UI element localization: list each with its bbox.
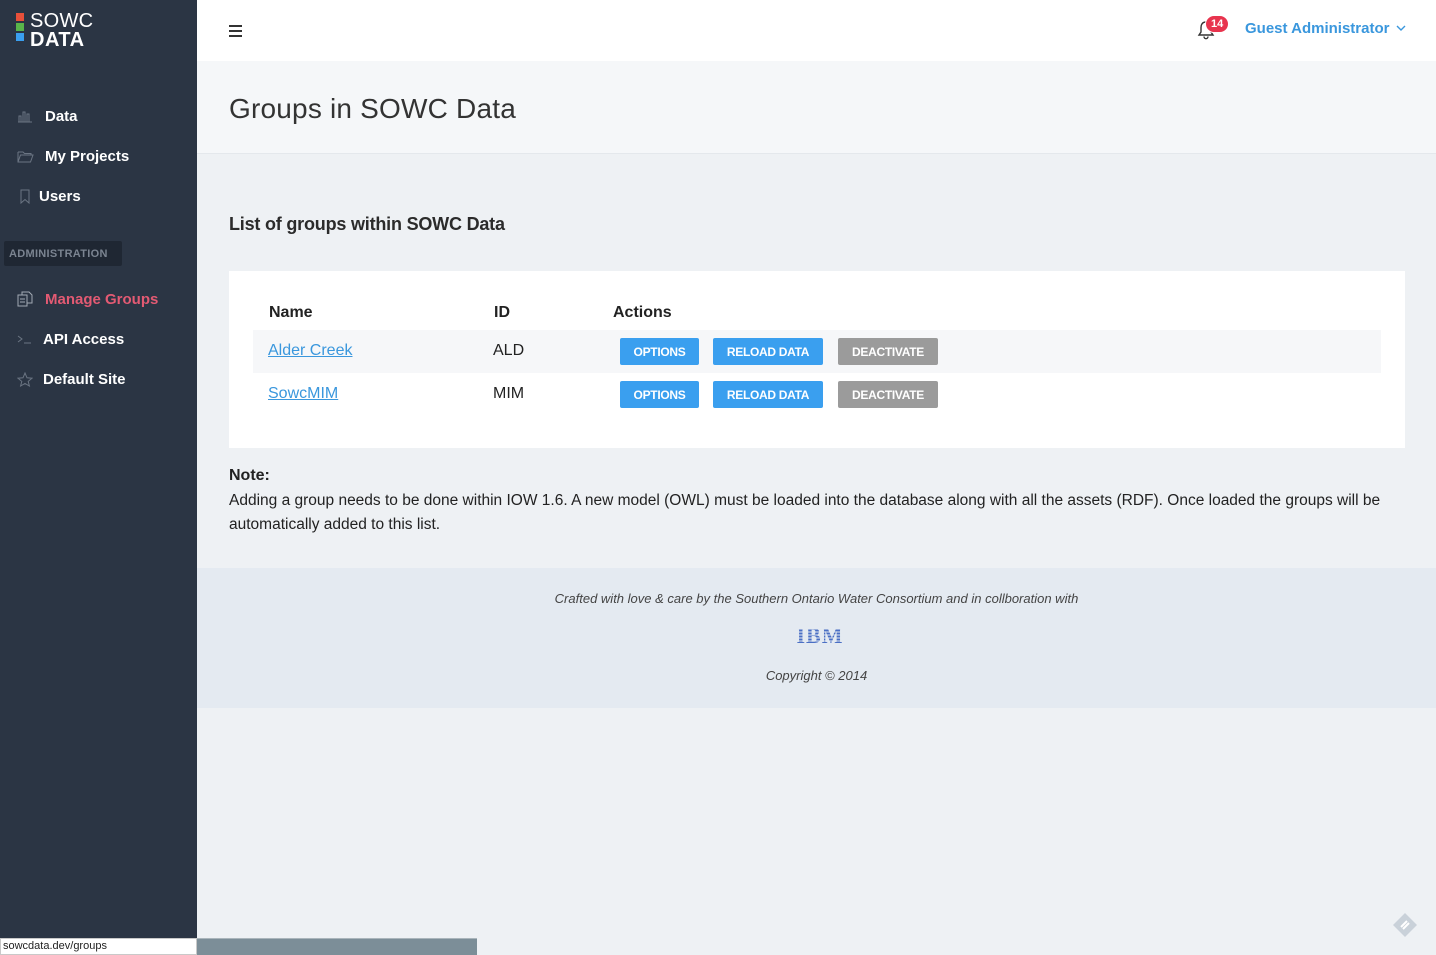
- sidebar-item-label: API Access: [43, 330, 125, 348]
- column-header-id: ID: [494, 304, 510, 321]
- group-name-link[interactable]: SowcMIM: [268, 385, 338, 403]
- star-icon: [16, 371, 34, 387]
- group-id: MIM: [493, 385, 525, 402]
- group-name-link[interactable]: Alder Creek: [268, 342, 352, 360]
- feedback-icon[interactable]: [1392, 912, 1418, 938]
- options-button[interactable]: OPTIONS: [620, 338, 699, 365]
- sidebar-item-label: Manage Groups: [45, 290, 159, 308]
- group-id: ALD: [493, 342, 525, 359]
- section-title: List of groups within SOWC Data: [229, 214, 505, 234]
- options-button[interactable]: OPTIONS: [620, 381, 699, 408]
- page-title: Groups in SOWC Data: [229, 93, 516, 124]
- sidebar-item-label: Data: [45, 107, 78, 125]
- note-title: Note:: [229, 467, 270, 484]
- notification-badge[interactable]: 14: [1205, 15, 1230, 33]
- sidebar-item-manage-groups[interactable]: Manage Groups: [16, 288, 158, 310]
- logo-mark: [16, 13, 24, 43]
- bar-chart-icon: [16, 108, 34, 124]
- column-header-name: Name: [269, 304, 313, 321]
- terminal-icon: [16, 331, 34, 347]
- note-text: Adding a group needs to be done within I…: [229, 492, 1381, 533]
- groups-table: Name ID Actions Alder Creek ALD OPTIONS …: [229, 271, 1405, 448]
- column-header-actions: Actions: [613, 304, 672, 321]
- sidebar-item-label: My Projects: [45, 147, 130, 165]
- sidebar-item-label: Users: [39, 187, 81, 205]
- admin-section-heading: ADMINISTRATION: [4, 241, 122, 266]
- chevron-down-icon: [1396, 23, 1406, 35]
- footer-credit: Crafted with love & care by the Southern…: [554, 591, 1079, 606]
- app-logo[interactable]: SOWC DATA: [16, 11, 93, 51]
- status-bar-url: sowcdata.dev/groups: [0, 938, 197, 955]
- user-menu[interactable]: Guest Administrator: [1245, 20, 1406, 37]
- top-bar: 14 Guest Administrator: [197, 0, 1436, 61]
- sidebar: SOWC DATA Data My Projects Users ADMINIS…: [0, 0, 197, 955]
- ibm-logo[interactable]: IBM: [794, 623, 846, 648]
- status-bar: [197, 938, 477, 955]
- footer: Crafted with love & care by the Southern…: [197, 568, 1436, 708]
- logo-line-2: DATA: [30, 29, 85, 51]
- table-row: SowcMIM MIM OPTIONS RELOAD DATA DEACTIVA…: [253, 373, 1381, 416]
- deactivate-button[interactable]: DEACTIVATE: [838, 338, 938, 365]
- sidebar-item-data[interactable]: Data: [16, 105, 78, 127]
- table-row: Alder Creek ALD OPTIONS RELOAD DATA DEAC…: [253, 330, 1381, 373]
- sidebar-item-my-projects[interactable]: My Projects: [16, 145, 129, 167]
- copy-icon: [16, 291, 34, 307]
- reload-data-button[interactable]: RELOAD DATA: [713, 338, 823, 365]
- reload-data-button[interactable]: RELOAD DATA: [713, 381, 823, 408]
- ibm-logo-text: IBM: [797, 625, 844, 647]
- bookmark-icon: [16, 188, 34, 204]
- footer-copyright: Copyright © 2014: [765, 668, 868, 683]
- deactivate-button[interactable]: DEACTIVATE: [838, 381, 938, 408]
- sidebar-item-users[interactable]: Users: [16, 185, 81, 207]
- page-header: Groups in SOWC Data: [197, 61, 1436, 154]
- sidebar-item-label: Default Site: [43, 370, 126, 388]
- user-name: Guest Administrator: [1245, 20, 1390, 37]
- folder-icon: [16, 148, 34, 164]
- sidebar-item-api-access[interactable]: API Access: [16, 328, 124, 350]
- menu-toggle-icon[interactable]: [229, 25, 242, 40]
- sidebar-item-default-site[interactable]: Default Site: [16, 368, 126, 390]
